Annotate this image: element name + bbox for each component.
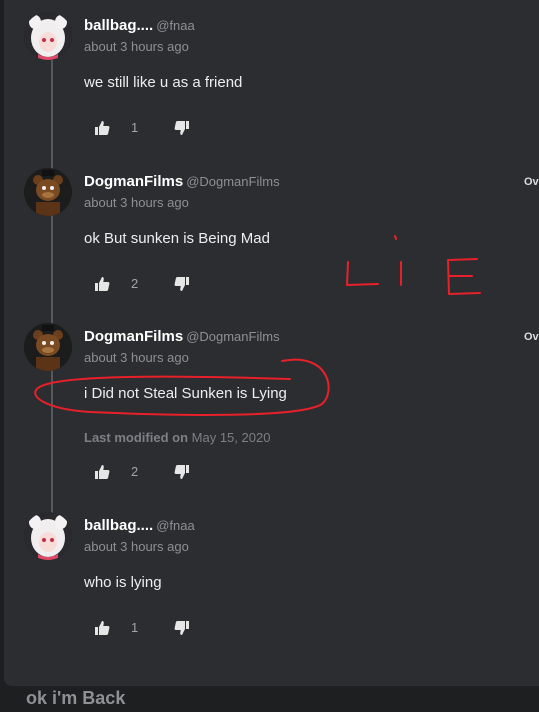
comment-text: ok But sunken is Being Mad xyxy=(84,230,270,247)
thumbs-up-icon[interactable] xyxy=(94,620,110,636)
user-handle: @DogmanFilms xyxy=(186,329,280,344)
thumbs-down-icon[interactable] xyxy=(174,120,190,136)
user-handle: @fnaa xyxy=(156,518,195,533)
user-handle: @fnaa xyxy=(156,18,195,33)
like-count: 1 xyxy=(131,620,139,635)
thumbs-up-icon[interactable] xyxy=(94,120,110,136)
timestamp: about 3 hours ago xyxy=(84,39,189,54)
username-text[interactable]: DogmanFilms xyxy=(84,173,183,190)
timestamp: about 3 hours ago xyxy=(84,195,189,210)
thumbs-down-icon[interactable] xyxy=(174,464,190,480)
like-count: 2 xyxy=(131,276,139,291)
comment-text: we still like u as a friend xyxy=(84,74,243,91)
username[interactable]: ballbag.... @fnaa xyxy=(84,517,195,534)
username[interactable]: DogmanFilms @DogmanFilms xyxy=(84,328,280,345)
thumbs-up-icon[interactable] xyxy=(94,464,110,480)
anime-girl-avatar-icon[interactable] xyxy=(24,12,72,60)
thumbs-down-icon[interactable] xyxy=(174,620,190,636)
last-modified-on: on xyxy=(172,430,189,445)
overflow-menu-label[interactable]: Ov xyxy=(524,176,539,188)
thread-line xyxy=(51,60,53,530)
comment-text: i Did not Steal Sunken is Lying xyxy=(84,385,287,402)
username-text[interactable]: ballbag.... xyxy=(84,517,153,534)
like-count: 1 xyxy=(131,120,139,135)
thumbs-down-icon[interactable] xyxy=(174,276,190,292)
last-modified-date: May 15, 2020 xyxy=(191,430,271,445)
comment-text: who is lying xyxy=(84,574,162,591)
freddy-avatar-icon[interactable] xyxy=(24,323,72,371)
timestamp: about 3 hours ago xyxy=(84,350,189,365)
username-text[interactable]: ballbag.... xyxy=(84,17,153,34)
user-handle: @DogmanFilms xyxy=(186,174,280,189)
last-modified: Last modified on May 15, 2020 xyxy=(84,430,270,445)
thumbs-up-icon[interactable] xyxy=(94,276,110,292)
anime-girl-avatar-icon[interactable] xyxy=(24,512,72,560)
username[interactable]: DogmanFilms @DogmanFilms xyxy=(84,173,280,190)
username[interactable]: ballbag.... @fnaa xyxy=(84,17,195,34)
freddy-avatar-icon[interactable] xyxy=(24,168,72,216)
timestamp: about 3 hours ago xyxy=(84,539,189,554)
next-post-title[interactable]: ok i'm Back xyxy=(26,688,125,709)
last-modified-label: Last modified xyxy=(84,430,169,445)
username-text[interactable]: DogmanFilms xyxy=(84,328,183,345)
like-count: 2 xyxy=(131,464,139,479)
overflow-menu-label[interactable]: Ov xyxy=(524,331,539,343)
